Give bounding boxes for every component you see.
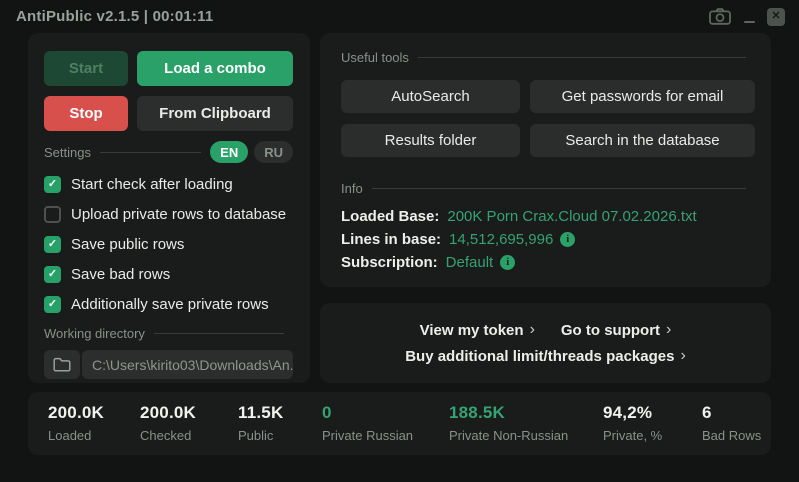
buy-packages-label: Buy additional limit/threads packages xyxy=(405,348,674,365)
working-directory-label: Working directory xyxy=(44,326,145,341)
autosearch-button[interactable]: AutoSearch xyxy=(341,80,520,113)
stat-value: 11.5K xyxy=(238,403,283,423)
language-en-toggle[interactable]: EN xyxy=(210,141,248,163)
titlebar: AntiPublic v2.1.5 | 00:01:11 ✕ xyxy=(0,0,799,33)
window-title: AntiPublic v2.1.5 | 00:01:11 xyxy=(16,8,213,25)
loaded-base-row: Loaded Base: 200K Porn Crax.Cloud 07.02.… xyxy=(341,205,755,228)
divider xyxy=(372,188,746,189)
checkbox-label: Start check after loading xyxy=(71,176,233,193)
browse-folder-button[interactable] xyxy=(44,350,80,379)
control-panel: Start Load a combo Stop From Clipboard S… xyxy=(28,33,310,383)
useful-tools-label: Useful tools xyxy=(341,50,409,65)
chevron-right-icon: › xyxy=(530,322,535,338)
lines-in-base-value: 14,512,695,996 xyxy=(449,231,553,248)
checkbox-box[interactable]: ✓ xyxy=(44,206,61,223)
checkbox-box[interactable]: ✓ xyxy=(44,266,61,283)
checkbox-label: Save public rows xyxy=(71,236,184,253)
close-icon: ✕ xyxy=(771,11,780,22)
view-my-token-link[interactable]: View my token › xyxy=(420,322,535,339)
check-icon: ✓ xyxy=(48,239,57,250)
get-passwords-for-email-button[interactable]: Get passwords for email xyxy=(530,80,755,113)
stat-label: Public xyxy=(238,428,283,443)
check-icon: ✓ xyxy=(48,269,57,280)
screenshot-button[interactable] xyxy=(709,8,731,25)
stat-label: Bad Rows xyxy=(702,428,761,443)
checkbox-save-public-rows[interactable]: ✓ Save public rows xyxy=(44,236,293,253)
folder-icon xyxy=(53,357,71,372)
info-icon[interactable]: i xyxy=(500,255,515,270)
stats-bar: 200.0K Loaded 200.0K Checked 11.5K Publi… xyxy=(28,392,771,455)
checkbox-box[interactable]: ✓ xyxy=(44,296,61,313)
go-to-support-link[interactable]: Go to support › xyxy=(561,322,671,339)
check-icon: ✓ xyxy=(48,299,57,310)
stat-label: Checked xyxy=(140,428,196,443)
chevron-right-icon: › xyxy=(666,322,671,338)
checkbox-additionally-save-private-rows[interactable]: ✓ Additionally save private rows xyxy=(44,296,293,313)
stat-value: 94,2% xyxy=(603,403,662,423)
stat-label: Loaded xyxy=(48,428,104,443)
go-to-support-label: Go to support xyxy=(561,322,660,339)
camera-icon xyxy=(709,8,731,25)
subscription-row: Subscription: Default i xyxy=(341,251,755,274)
stat-label: Private Non-Russian xyxy=(449,428,568,443)
stop-button[interactable]: Stop xyxy=(44,96,128,131)
stat-checked: 200.0K Checked xyxy=(140,403,196,443)
subscription-value: Default xyxy=(446,254,494,271)
stat-value: 200.0K xyxy=(140,403,196,423)
check-icon: ✓ xyxy=(48,179,57,190)
minimize-button[interactable] xyxy=(742,8,756,26)
settings-section-header: Settings EN RU xyxy=(44,141,293,163)
divider xyxy=(100,152,201,153)
minimize-icon xyxy=(744,21,755,23)
stat-value: 0 xyxy=(322,403,413,423)
checkbox-upload-private-rows[interactable]: ✓ Upload private rows to database xyxy=(44,206,293,223)
start-button[interactable]: Start xyxy=(44,51,128,86)
info-header: Info xyxy=(341,181,755,196)
divider xyxy=(418,57,746,58)
working-directory-input[interactable]: C:\Users\kirito03\Downloads\An... xyxy=(82,350,293,379)
load-combo-button[interactable]: Load a combo xyxy=(137,51,293,86)
working-directory-header: Working directory xyxy=(44,326,293,341)
checkbox-start-check-after-loading[interactable]: ✓ Start check after loading xyxy=(44,176,293,193)
settings-checkbox-list: ✓ Start check after loading ✓ Upload pri… xyxy=(44,176,293,313)
tools-info-panel: Useful tools AutoSearch Get passwords fo… xyxy=(320,33,771,287)
checkbox-label: Additionally save private rows xyxy=(71,296,269,313)
useful-tools-header: Useful tools xyxy=(341,50,755,65)
checkbox-box[interactable]: ✓ xyxy=(44,236,61,253)
links-panel: View my token › Go to support › Buy addi… xyxy=(320,303,771,383)
stat-public: 11.5K Public xyxy=(238,403,283,443)
language-ru-toggle[interactable]: RU xyxy=(254,141,293,163)
stat-label: Private Russian xyxy=(322,428,413,443)
buy-packages-link[interactable]: Buy additional limit/threads packages › xyxy=(405,348,686,365)
from-clipboard-button[interactable]: From Clipboard xyxy=(137,96,293,131)
info-label: Info xyxy=(341,181,363,196)
stat-private-russian: 0 Private Russian xyxy=(322,403,413,443)
stat-bad-rows: 6 Bad Rows xyxy=(702,403,761,443)
search-in-database-button[interactable]: Search in the database xyxy=(530,124,755,157)
lines-in-base-row: Lines in base: 14,512,695,996 i xyxy=(341,228,755,251)
stat-private-percent: 94,2% Private, % xyxy=(603,403,662,443)
checkbox-save-bad-rows[interactable]: ✓ Save bad rows xyxy=(44,266,293,283)
stat-value: 200.0K xyxy=(48,403,104,423)
stat-loaded: 200.0K Loaded xyxy=(48,403,104,443)
info-icon[interactable]: i xyxy=(560,232,575,247)
checkbox-label: Upload private rows to database xyxy=(71,206,286,223)
divider xyxy=(154,333,284,334)
stat-label: Private, % xyxy=(603,428,662,443)
close-button[interactable]: ✕ xyxy=(767,8,785,26)
stat-private-non-russian: 188.5K Private Non-Russian xyxy=(449,403,568,443)
loaded-base-value: 200K Porn Crax.Cloud 07.02.2026.txt xyxy=(447,208,696,225)
settings-label: Settings xyxy=(44,145,91,160)
checkbox-label: Save bad rows xyxy=(71,266,170,283)
stat-value: 6 xyxy=(702,403,761,423)
chevron-right-icon: › xyxy=(680,348,685,364)
stat-value: 188.5K xyxy=(449,403,568,423)
checkbox-box[interactable]: ✓ xyxy=(44,176,61,193)
loaded-base-label: Loaded Base: xyxy=(341,208,439,225)
results-folder-button[interactable]: Results folder xyxy=(341,124,520,157)
subscription-label: Subscription: xyxy=(341,254,438,271)
view-my-token-label: View my token xyxy=(420,322,524,339)
lines-in-base-label: Lines in base: xyxy=(341,231,441,248)
